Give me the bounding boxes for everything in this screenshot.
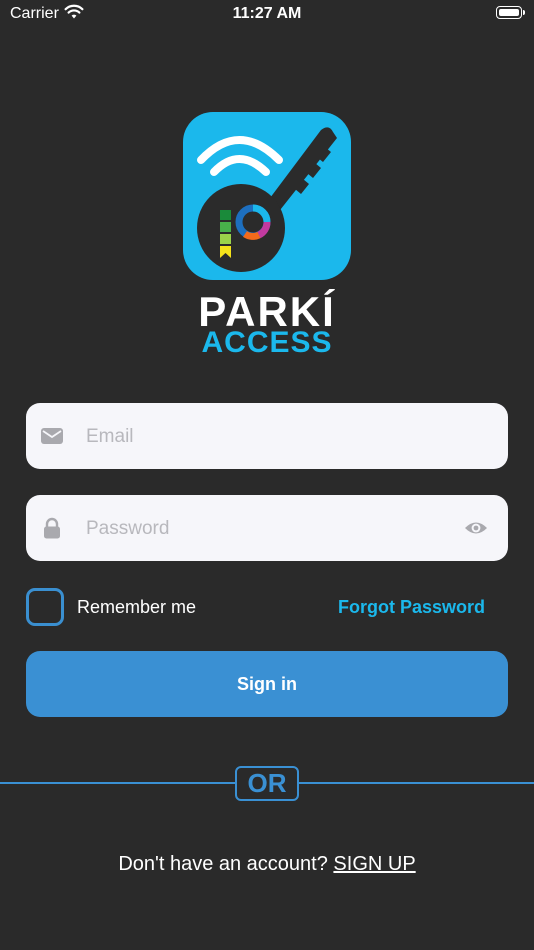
remember-me[interactable]: Remember me [26,588,286,626]
clock: 11:27 AM [232,5,302,22]
eye-icon[interactable] [464,517,488,539]
password-field[interactable] [26,495,508,563]
battery-icon [496,6,525,19]
remember-checkbox[interactable] [26,588,64,626]
lock-icon [40,516,64,540]
or-divider: OR [235,766,299,801]
app-logo [183,112,351,280]
email-field[interactable] [26,403,508,471]
sign-up-link[interactable]: SIGN UP [333,853,415,875]
email-input[interactable] [84,403,448,471]
divider-line-right [299,782,534,784]
signup-row: Don't have an account? SIGN UP [0,853,534,876]
forgot-password-link[interactable]: Forgot Password [338,597,485,618]
sign-in-button[interactable]: Sign in [26,651,508,717]
divider-line-left [0,782,235,784]
signup-prompt: Don't have an account? [118,853,328,875]
remember-label: Remember me [77,597,197,617]
password-input[interactable] [84,495,448,563]
status-bar: Carrier 11:27 AM [0,0,534,28]
brand-subtitle: ACCESS [201,326,333,359]
mail-icon [40,424,64,448]
